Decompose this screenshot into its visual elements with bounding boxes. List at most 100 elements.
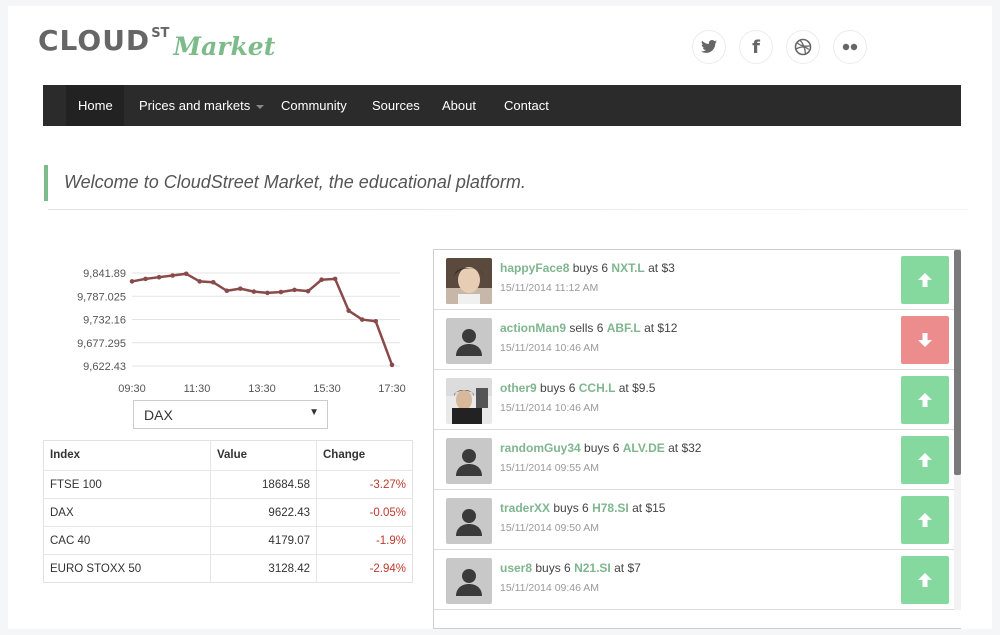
nav-prices-label: Prices and markets — [139, 98, 251, 113]
feed-item[interactable]: other9 buys 6 CCH.L at $9.5 15/11/2014 1… — [434, 370, 961, 430]
feed-timestamp: 15/11/2014 09:50 AM — [500, 522, 600, 534]
buy-up-button[interactable] — [901, 256, 949, 304]
header-change: Change — [316, 441, 412, 470]
y-tick-label: 9,622.43 — [83, 361, 126, 373]
feed-username[interactable]: user8 — [500, 561, 532, 575]
data-point[interactable] — [238, 286, 243, 291]
x-tick-label: 09:30 — [118, 383, 146, 395]
y-tick-label: 9,787.025 — [77, 291, 126, 303]
feed-action: sells 6 — [569, 321, 604, 335]
data-point[interactable] — [251, 289, 257, 294]
data-point[interactable] — [292, 287, 297, 293]
main-navbar: Home Prices and markets Community Source… — [43, 85, 961, 126]
flickr-button[interactable] — [833, 30, 867, 64]
arrow-up-icon — [918, 453, 932, 467]
feed-username[interactable]: other9 — [500, 381, 537, 395]
feed-text: actionMan9 sells 6 ABF.L at $12 — [500, 321, 677, 335]
data-point[interactable] — [129, 279, 135, 284]
feed-ticker[interactable]: H78.SI — [592, 501, 629, 515]
avatar[interactable] — [446, 438, 492, 484]
nav-prices-and-markets[interactable]: Prices and markets — [139, 85, 265, 126]
buy-up-button[interactable] — [901, 376, 949, 424]
feed-username[interactable]: happyFace8 — [500, 261, 569, 275]
index-change: -1.9% — [316, 527, 412, 554]
feed-username[interactable]: traderXX — [500, 501, 550, 515]
facebook-button[interactable]: f — [739, 30, 773, 64]
avatar[interactable] — [446, 318, 492, 364]
buy-up-button[interactable] — [901, 556, 949, 604]
sell-down-button[interactable] — [901, 316, 949, 364]
brand-logo[interactable]: CLOUD ST Market — [38, 24, 275, 61]
default-user-icon — [446, 318, 492, 364]
avatar[interactable] — [446, 498, 492, 544]
data-point[interactable] — [319, 277, 324, 283]
dribbble-icon — [794, 38, 812, 56]
feed-scroll-thumb[interactable] — [954, 250, 961, 475]
feed-ticker[interactable]: CCH.L — [579, 381, 616, 395]
buy-up-button[interactable] — [901, 436, 949, 484]
x-tick-label: 11:30 — [184, 383, 211, 395]
data-point[interactable] — [305, 288, 311, 294]
data-point[interactable] — [332, 276, 338, 282]
nav-community[interactable]: Community — [281, 85, 347, 126]
feed-item[interactable]: actionMan9 sells 6 ABF.L at $12 15/11/20… — [434, 310, 961, 370]
feed-action: buys 6 — [540, 381, 576, 395]
data-point[interactable] — [210, 279, 216, 285]
twitter-button[interactable] — [692, 30, 726, 64]
feed-text: randomGuy34 buys 6 ALV.DE at $32 — [500, 441, 701, 455]
nav-about[interactable]: About — [442, 85, 476, 126]
data-point[interactable] — [170, 273, 175, 278]
feed-item[interactable]: traderXX buys 6 H78.SI at $15 15/11/2014… — [434, 490, 961, 550]
table-row[interactable]: FTSE 100 18684.58 -3.27% — [44, 470, 412, 498]
default-user-icon — [446, 558, 492, 604]
data-point[interactable] — [265, 290, 270, 296]
data-point[interactable] — [389, 362, 395, 368]
feed-username[interactable]: actionMan9 — [500, 321, 566, 335]
index-value: 18684.58 — [210, 471, 316, 498]
table-row[interactable]: DAX 9622.43 -0.05% — [44, 498, 412, 526]
data-point[interactable] — [278, 289, 284, 295]
feed-ticker[interactable]: N21.SI — [574, 561, 611, 575]
feed-item[interactable]: happyFace8 buys 6 NXT.L at $3 15/11/2014… — [434, 250, 961, 310]
flickr-icon — [842, 43, 858, 51]
buy-up-button[interactable] — [901, 496, 949, 544]
feed-scrollbar[interactable] — [954, 250, 961, 610]
dribbble-button[interactable] — [786, 30, 820, 64]
data-point[interactable] — [373, 318, 379, 324]
avatar[interactable] — [446, 558, 492, 604]
feed-text: other9 buys 6 CCH.L at $9.5 — [500, 381, 655, 395]
table-row[interactable]: EURO STOXX 50 3128.42 -2.94% — [44, 554, 412, 582]
feed-ticker[interactable]: ABF.L — [607, 321, 641, 335]
index-value: 3128.42 — [210, 555, 316, 582]
feed-item[interactable]: randomGuy34 buys 6 ALV.DE at $32 15/11/2… — [434, 430, 961, 490]
data-point[interactable] — [346, 308, 351, 313]
feed-username[interactable]: randomGuy34 — [500, 441, 581, 455]
nav-sources[interactable]: Sources — [372, 85, 420, 126]
logo-cloud-text: CLOUD — [38, 24, 151, 57]
index-name: FTSE 100 — [50, 479, 102, 491]
data-point[interactable] — [156, 274, 162, 280]
feed-price: at $7 — [614, 561, 641, 575]
data-point[interactable] — [197, 279, 202, 284]
feed-text: happyFace8 buys 6 NXT.L at $3 — [500, 261, 675, 275]
data-point[interactable] — [224, 288, 230, 294]
feed-item[interactable]: user8 buys 6 N21.SI at $7 15/11/2014 09:… — [434, 550, 961, 610]
index-selector[interactable]: DAX ▼ — [133, 400, 328, 429]
nav-home[interactable]: Home — [66, 85, 124, 126]
nav-contact[interactable]: Contact — [504, 85, 549, 126]
index-name: CAC 40 — [50, 535, 91, 547]
feed-timestamp: 15/11/2014 11:12 AM — [500, 282, 599, 294]
avatar[interactable] — [446, 378, 492, 424]
facebook-icon: f — [752, 36, 760, 58]
data-point[interactable] — [143, 276, 148, 282]
y-tick-label: 9,732.16 — [83, 315, 126, 327]
feed-timestamp: 15/11/2014 09:55 AM — [500, 462, 600, 474]
feed-text: user8 buys 6 N21.SI at $7 — [500, 561, 641, 575]
x-tick-label: 17:30 — [378, 383, 406, 395]
data-point[interactable] — [183, 271, 189, 277]
feed-ticker[interactable]: ALV.DE — [623, 441, 665, 455]
feed-ticker[interactable]: NXT.L — [611, 261, 644, 275]
avatar[interactable] — [446, 258, 492, 304]
table-row[interactable]: CAC 40 4179.07 -1.9% — [44, 526, 412, 554]
data-point[interactable] — [359, 317, 365, 322]
